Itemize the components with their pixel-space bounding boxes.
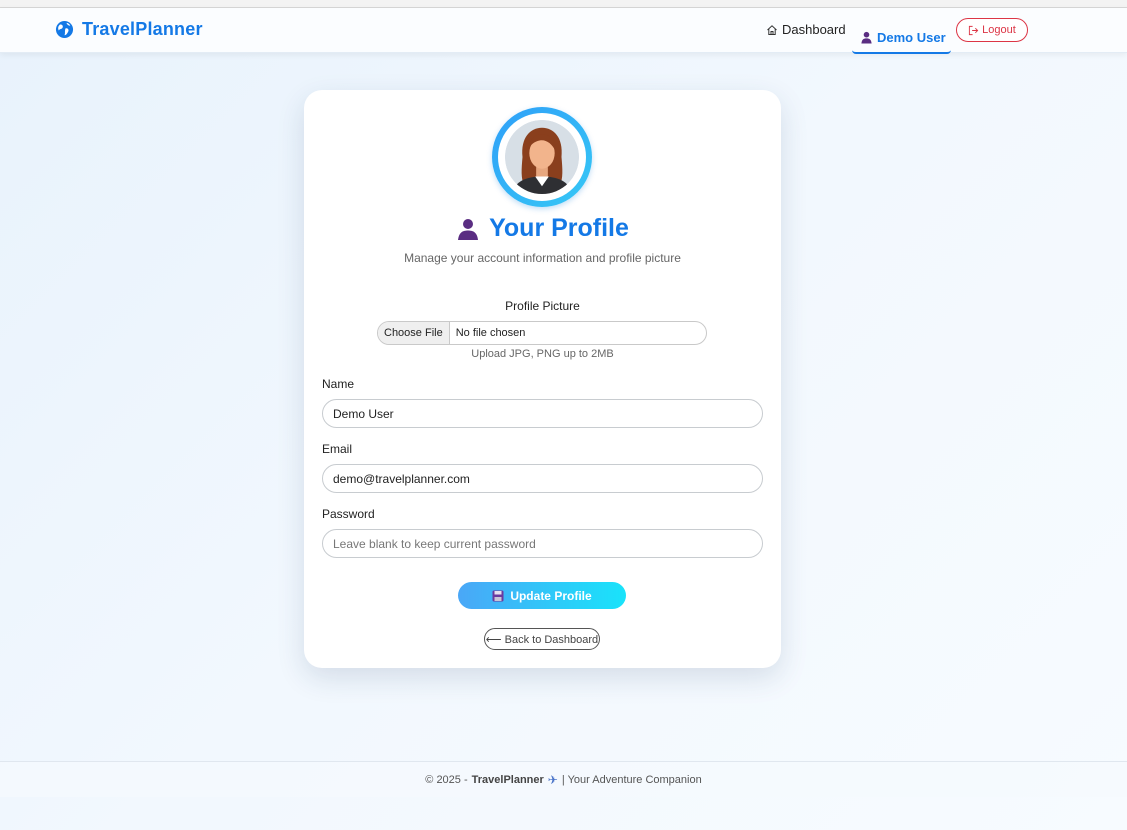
browser-top-edge — [0, 0, 1127, 8]
floppy-disk-icon — [492, 590, 504, 601]
navbar: TravelPlanner Dashboard Demo User Logout — [0, 8, 1127, 54]
nav-user-link[interactable]: Demo User — [852, 16, 951, 54]
footer-copyright: © 2025 - — [425, 773, 468, 786]
password-field[interactable] — [322, 529, 763, 558]
nav-user-label: Demo User — [877, 29, 946, 45]
file-status-text: No file chosen — [455, 327, 526, 339]
brand-link[interactable]: TravelPlanner — [55, 19, 203, 40]
upload-hint: Upload JPG, PNG up to 2MB — [471, 348, 614, 360]
home-icon — [767, 24, 777, 35]
update-profile-label: Update Profile — [510, 588, 592, 603]
email-label: Email — [322, 442, 353, 456]
password-label: Password — [322, 507, 375, 521]
page-subtitle: Manage your account information and prof… — [404, 251, 681, 265]
footer-tagline: | Your Adventure Companion — [561, 773, 702, 786]
user-icon — [861, 31, 872, 44]
avatar — [492, 107, 592, 207]
profile-picture-file-input[interactable]: Choose File No file chosen — [377, 321, 707, 345]
globe-icon — [55, 20, 74, 39]
page-title-row: Your Profile — [304, 214, 781, 243]
footer-brand: TravelPlanner — [471, 773, 544, 786]
logout-button[interactable]: Logout — [956, 18, 1028, 42]
logout-label: Logout — [982, 24, 1016, 36]
nav-dashboard-link[interactable]: Dashboard — [766, 22, 846, 37]
airplane-icon: ✈ — [547, 772, 558, 787]
user-icon — [456, 217, 480, 241]
back-to-dashboard-button[interactable]: ⟵ Back to Dashboard — [484, 628, 600, 650]
page-title: Your Profile — [489, 214, 629, 242]
nav-dashboard-label: Dashboard — [782, 22, 846, 37]
choose-file-button[interactable]: Choose File — [378, 322, 450, 344]
logout-icon — [969, 25, 979, 35]
avatar-woman-icon — [504, 119, 580, 195]
footer: © 2025 - TravelPlanner ✈ | Your Adventur… — [0, 761, 1127, 797]
email-field[interactable] — [322, 464, 763, 493]
profile-picture-label: Profile Picture — [505, 299, 580, 313]
name-label: Name — [322, 377, 355, 391]
update-profile-button[interactable]: Update Profile — [458, 582, 626, 609]
name-field[interactable] — [322, 399, 763, 428]
profile-card: Your Profile Manage your account informa… — [304, 90, 781, 668]
brand-name: TravelPlanner — [82, 19, 203, 39]
